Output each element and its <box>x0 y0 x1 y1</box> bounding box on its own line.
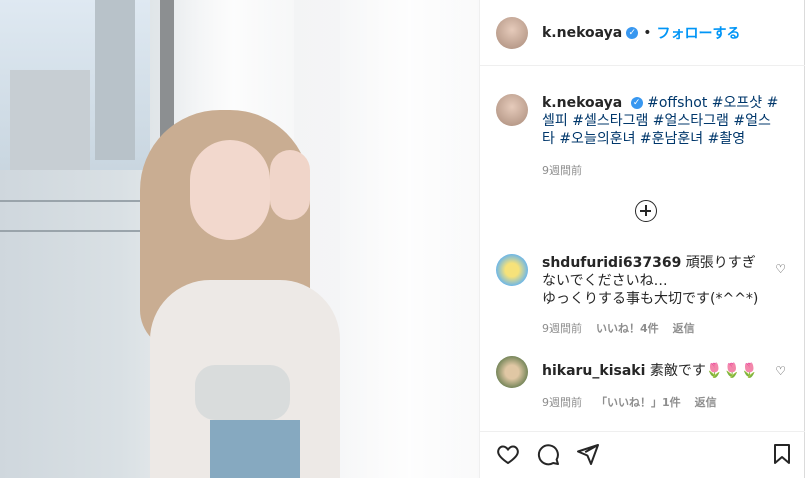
author-avatar[interactable] <box>496 16 528 49</box>
caption-avatar[interactable] <box>496 94 528 126</box>
comment-reply-button[interactable]: 返信 <box>673 320 695 336</box>
person-jeans <box>210 420 300 478</box>
author-username[interactable]: k.nekoaya <box>542 25 622 41</box>
separator: • <box>643 24 652 41</box>
curtain <box>340 0 479 478</box>
post-header: k.nekoaya ✓ • フォローする <box>480 0 805 66</box>
comment-likes[interactable]: いいね！4件 <box>596 320 659 336</box>
comment-like-heart-icon[interactable]: ♡ <box>775 262 786 276</box>
comment-reply-button[interactable]: 返信 <box>695 394 717 410</box>
comment-body: hikaru_kisaki 素敵です🌷🌷🌷 <box>542 362 762 388</box>
verified-badge-icon: ✓ <box>626 26 639 39</box>
person-top <box>195 365 290 420</box>
building <box>95 0 135 160</box>
comments-section[interactable]: k.nekoaya ✓ #offshot #오프샷 #셀피 #셀스타그램 #얼스… <box>480 66 805 431</box>
commenter-avatar[interactable] <box>496 356 528 388</box>
comment-like-heart-icon[interactable]: ♡ <box>775 364 786 378</box>
verified-badge-icon: ✓ <box>630 97 643 109</box>
comment-item: shdufuridi637369 頑張りすぎないでくださいね… ゆっくりする事も… <box>496 254 796 308</box>
comment-username[interactable]: shdufuridi637369 <box>542 255 681 271</box>
caption-username[interactable]: k.nekoaya <box>542 95 622 111</box>
follow-button[interactable]: フォローする <box>657 23 741 43</box>
peace-sign-hand <box>270 150 310 220</box>
post-photo[interactable] <box>0 0 479 478</box>
comment-time[interactable]: 9週間前 <box>542 320 582 336</box>
comment-time[interactable]: 9週間前 <box>542 394 582 410</box>
comment-likes[interactable]: 「いいね！」1件 <box>596 394 681 410</box>
caption: k.nekoaya ✓ #offshot #오프샷 #셀피 #셀스타그램 #얼스… <box>496 94 782 180</box>
caption-body: k.nekoaya ✓ #offshot #오프샷 #셀피 #셀스타그램 #얼스… <box>542 94 782 180</box>
share-icon[interactable] <box>574 440 602 468</box>
rail <box>0 200 150 202</box>
comment-icon[interactable] <box>534 440 562 468</box>
comment-body: shdufuridi637369 頑張りすぎないでくださいね… ゆっくりする事も… <box>542 254 762 308</box>
comment-meta: 9週間前 いいね！4件 返信 <box>542 320 695 336</box>
comment-text: 素敵です🌷🌷🌷 <box>649 363 759 379</box>
comment-meta: 9週間前 「いいね！」1件 返信 <box>542 394 717 410</box>
comment-item: hikaru_kisaki 素敵です🌷🌷🌷 ♡ <box>496 356 796 388</box>
rail <box>0 230 150 232</box>
action-bar <box>480 431 805 478</box>
comment-username[interactable]: hikaru_kisaki <box>542 363 645 379</box>
caption-time[interactable]: 9週間前 <box>542 162 782 180</box>
heart-icon[interactable] <box>494 440 522 468</box>
post-side-panel: k.nekoaya ✓ • フォローする k.nekoaya ✓ #offsho… <box>479 0 805 478</box>
bookmark-icon[interactable] <box>768 440 796 468</box>
person-face <box>190 140 270 240</box>
commenter-avatar[interactable] <box>496 254 528 286</box>
building <box>10 70 90 170</box>
plus-circle-icon[interactable] <box>635 200 657 222</box>
post-container: k.nekoaya ✓ • フォローする k.nekoaya ✓ #offsho… <box>0 0 805 478</box>
